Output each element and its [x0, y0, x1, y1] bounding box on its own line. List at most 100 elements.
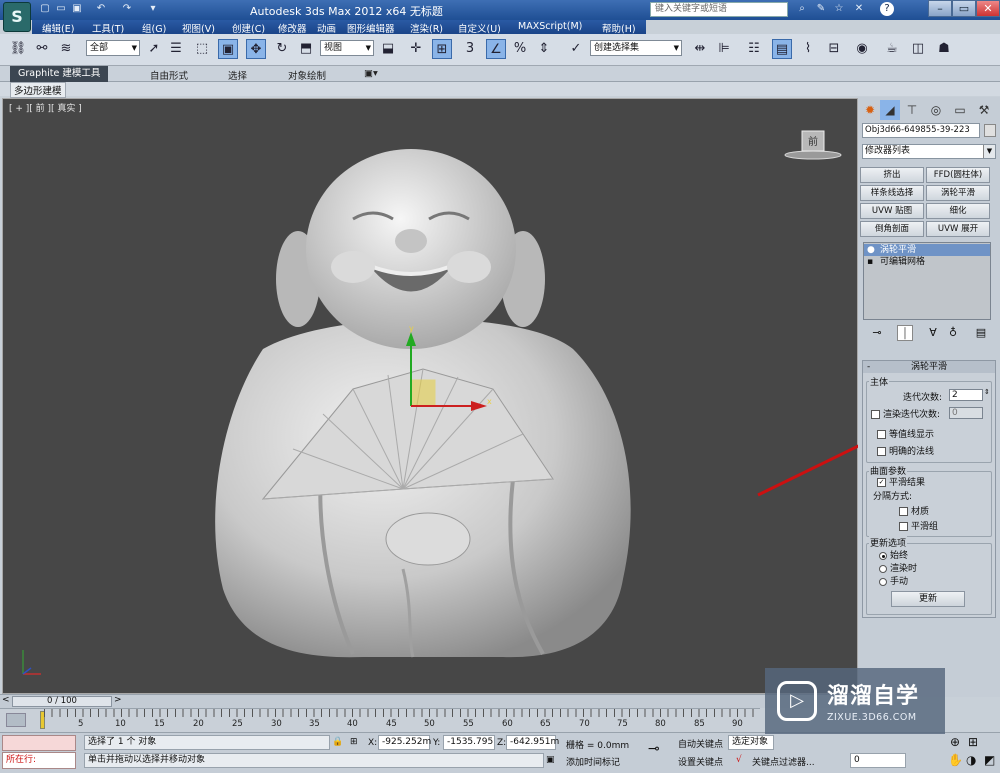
viewport-front[interactable]: [ + ][ 前 ][ 真实 ] 前 y x	[2, 98, 858, 694]
stack-item-editable-mesh[interactable]: ▪ 可编辑网格	[864, 256, 990, 268]
time-slider[interactable]: < 0 / 100 >	[0, 694, 858, 708]
select-by-name-icon[interactable]: ☰	[166, 39, 186, 59]
spinner-arrows-icon[interactable]: ⇕	[984, 388, 990, 396]
material-editor-icon[interactable]: ◉	[852, 39, 872, 59]
isoline-checkbox[interactable]	[877, 430, 886, 439]
menu-rendering[interactable]: 渲染(R)	[410, 21, 443, 35]
explicit-normals-row[interactable]: 明确的法线	[877, 444, 934, 457]
tab-freeform[interactable]: 自由形式	[150, 68, 188, 82]
angle-snap-icon[interactable]: ∠	[486, 39, 506, 59]
viewport-label[interactable]: [ + ][ 前 ][ 真实 ]	[9, 101, 82, 114]
align-icon[interactable]: ⊫	[714, 39, 734, 59]
auto-key-button[interactable]: 自动关键点	[678, 737, 723, 750]
tessellate-button[interactable]: 细化	[926, 203, 990, 219]
select-rotate-icon[interactable]: ↻	[272, 39, 292, 59]
key-mode-dropdown[interactable]: 选定对象	[728, 735, 774, 750]
uvw-map-button[interactable]: UVW 贴图	[860, 203, 924, 219]
smooth-result-checkbox[interactable]: ✓	[877, 478, 886, 487]
show-end-result-icon[interactable]: ⏐	[897, 325, 913, 341]
hierarchy-tab-icon[interactable]: ⊤	[902, 100, 922, 120]
zoom-icon[interactable]: ⊕	[950, 735, 960, 749]
current-frame-field[interactable]: 0	[850, 753, 906, 768]
bind-spacewarp-icon[interactable]: ≋	[56, 39, 76, 59]
object-name-field[interactable]: Obj3d66-649855-39-223	[862, 123, 980, 138]
render-iters-spinner[interactable]: 0	[949, 407, 983, 419]
when-rendering-radio[interactable]	[879, 564, 887, 573]
search-input[interactable]: 键入关键字或短语	[650, 2, 788, 17]
menu-edit[interactable]: 编辑(E)	[42, 21, 74, 35]
menu-help[interactable]: 帮助(H)	[602, 21, 636, 35]
viewcube[interactable]: 前	[783, 125, 843, 165]
utilities-tab-icon[interactable]: ⚒	[974, 100, 994, 120]
remove-modifier-icon[interactable]: ♁	[945, 325, 961, 341]
pivot-center-icon[interactable]: ⬓	[378, 39, 398, 59]
reference-coord-dropdown[interactable]: 视图	[320, 40, 374, 56]
keyboard-shortcut-icon[interactable]: ⊞	[432, 39, 452, 59]
object-color-swatch[interactable]	[984, 124, 996, 137]
window-crossing-icon[interactable]: ▣	[218, 39, 238, 59]
always-radio[interactable]	[879, 551, 887, 560]
make-unique-icon[interactable]: ∀	[925, 325, 941, 341]
rollout-header[interactable]: - 涡轮平滑	[863, 361, 995, 373]
modifier-list-dropdown[interactable]: 修改器列表 ▼	[862, 144, 996, 159]
redo-icon[interactable]: ↷	[120, 2, 134, 16]
mirror-icon[interactable]: ⇹	[690, 39, 710, 59]
turbosmooth-button[interactable]: 涡轮平滑	[926, 185, 990, 201]
link-icon[interactable]: ⛓	[8, 39, 28, 59]
menu-tools[interactable]: 工具(T)	[92, 21, 124, 35]
track-bar[interactable]: 5 10 15 20 25 30 35 40 45 50 55 60 65 70…	[0, 708, 760, 732]
stack-item-turbosmooth[interactable]: ● 涡轮平滑	[864, 244, 990, 256]
graphite-toggle-icon[interactable]: ▤	[772, 39, 792, 59]
manually-row[interactable]: 手动	[879, 574, 908, 587]
smoothing-groups-row[interactable]: 平滑组	[899, 519, 938, 532]
menu-views[interactable]: 视图(V)	[182, 21, 215, 35]
select-object-icon[interactable]: ➚	[144, 39, 164, 59]
y-coordinate-field[interactable]: -1535.795	[443, 735, 495, 750]
polygon-modeling-label[interactable]: 多边形建模	[10, 82, 66, 98]
add-time-tag[interactable]: 添加时间标记	[566, 755, 620, 768]
maximize-button[interactable]: ▭	[952, 0, 976, 17]
materials-checkbox[interactable]	[899, 507, 908, 516]
open-icon[interactable]: ▭	[54, 2, 68, 16]
orbit-icon[interactable]: ◑	[966, 753, 976, 767]
always-row[interactable]: 始终	[879, 548, 908, 561]
key-filters-button[interactable]: 关键点过滤器...	[752, 755, 815, 768]
move-gizmo[interactable]: y x	[401, 324, 501, 424]
smooth-result-row[interactable]: ✓ 平滑结果	[877, 475, 925, 488]
pan-hand-icon[interactable]: ✋	[948, 753, 963, 767]
extrude-button[interactable]: 挤出	[860, 167, 924, 183]
modify-tab-icon[interactable]: ◢	[880, 100, 900, 120]
menu-modifiers[interactable]: 修改器	[278, 21, 307, 35]
maxscript-listener[interactable]: 所在行:	[2, 752, 76, 769]
x-coordinate-field[interactable]: -925.252m	[378, 735, 431, 750]
render-iters-row[interactable]: 渲染迭代次数:	[871, 407, 940, 420]
menu-animation[interactable]: 动画	[317, 21, 336, 35]
unwrap-uvw-button[interactable]: UVW 展开	[926, 221, 990, 237]
materials-row[interactable]: 材质	[899, 504, 929, 517]
key-filters-icon[interactable]: √	[736, 755, 742, 765]
close-button[interactable]: ✕	[976, 0, 1000, 17]
lightbulb-icon[interactable]: ●	[867, 244, 875, 256]
transform-mode-icon[interactable]: ⊞	[350, 737, 358, 747]
zoom-all-icon[interactable]: ⊞	[968, 735, 978, 749]
edit-named-sel-icon[interactable]: ✓	[566, 39, 586, 59]
explicit-normals-checkbox[interactable]	[877, 447, 886, 456]
next-frame-icon[interactable]: >	[114, 695, 122, 705]
rendered-frame-icon[interactable]: ◫	[908, 39, 928, 59]
settings-icon[interactable]: ✕	[852, 2, 866, 16]
expand-icon[interactable]: ▪	[867, 256, 873, 268]
isoline-row[interactable]: 等值线显示	[877, 427, 934, 440]
maxscript-listener-top[interactable]	[2, 735, 76, 751]
schematic-view-icon[interactable]: ⊟	[824, 39, 844, 59]
iterations-spinner[interactable]: 2	[949, 389, 983, 401]
new-icon[interactable]: ▢	[38, 2, 52, 16]
menu-maxscript[interactable]: MAXScript(M)	[518, 21, 582, 32]
dropdown-icon[interactable]: ▾	[146, 2, 160, 16]
undo-icon[interactable]: ↶	[94, 2, 108, 16]
configure-sets-icon[interactable]: ▤	[973, 325, 989, 341]
mini-curve-editor-icon[interactable]	[6, 713, 26, 727]
set-key-button[interactable]: 设置关键点	[678, 755, 723, 768]
snaps-toggle-icon[interactable]: 3	[460, 39, 480, 59]
manipulate-icon[interactable]: ✛	[406, 39, 426, 59]
help-icon[interactable]: ?	[880, 2, 894, 16]
